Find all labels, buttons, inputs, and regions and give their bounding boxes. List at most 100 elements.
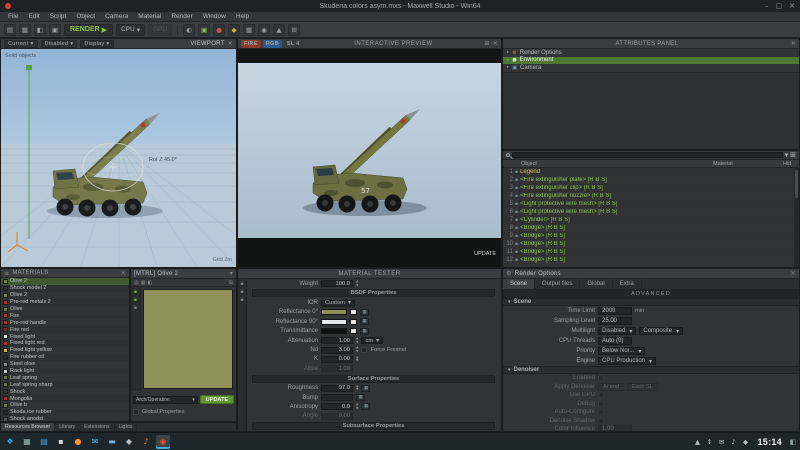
title-bar[interactable]: Skuderia colors asym.mxs - Maxwell Studi… [0, 0, 800, 12]
toolbar-icon[interactable]: ▣ [198, 24, 210, 36]
toolbar-icon[interactable]: ▦ [243, 24, 255, 36]
material-row[interactable]: Pre-red metals 2 [1, 299, 129, 306]
tree-item[interactable]: ▸ ▣ Camera [503, 64, 799, 72]
render-options-tab[interactable]: Extra [613, 279, 642, 289]
taskbar-app-icon[interactable]: ❖ [3, 435, 17, 449]
material-row[interactable]: Mongolia [1, 395, 129, 402]
object-row[interactable]: 9 ▪ <Bridge> [R B S] [503, 232, 794, 240]
texture-button[interactable]: ▦ [360, 309, 369, 316]
update-button[interactable]: UPDATE [200, 395, 234, 404]
anisotropy-field[interactable]: 0.0 [321, 403, 353, 410]
expand-arrow-icon[interactable]: ▸ [507, 58, 509, 63]
tree-item[interactable]: ▸ ⚙ Render Options [503, 49, 799, 57]
material-row[interactable]: Olive [1, 306, 129, 313]
menu-item[interactable]: File [3, 12, 23, 22]
object-search-input[interactable] [512, 152, 783, 158]
debug-checkbox[interactable] [598, 401, 604, 407]
taskbar-app-icon[interactable]: ▬ [105, 435, 119, 449]
gpu-selector[interactable]: GPU [148, 24, 172, 36]
close-icon[interactable]: ✕ [228, 40, 233, 47]
menu-item[interactable]: Material [133, 12, 166, 22]
material-preview-swatch[interactable] [143, 289, 233, 389]
expand-arrow-icon[interactable]: ▸ [507, 50, 509, 55]
toolbar-icon[interactable]: ▣ [49, 24, 61, 36]
stepper[interactable]: ▲▼ [356, 280, 358, 287]
cpu-threads-field[interactable]: Auto (0) [598, 337, 632, 345]
object-row[interactable]: 3 ▪ <Fire extinguisher clip> [R B S] [503, 184, 794, 192]
stepper[interactable]: ▲▼ [356, 356, 358, 363]
taskbar-app-icon[interactable]: ♪ [139, 435, 153, 449]
tray-icon[interactable]: ▲ [692, 436, 702, 448]
material-row[interactable]: Shock model 2 [1, 285, 129, 292]
denoise-shadow-checkbox[interactable] [598, 418, 604, 424]
auto-configure-checkbox[interactable] [598, 409, 604, 415]
detach-icon[interactable]: ⊞ [229, 280, 233, 286]
layers-icon[interactable]: ▤ [134, 280, 139, 286]
multilight-mode-dropdown[interactable]: Composite▾ [639, 327, 683, 335]
tray-icon[interactable]: ↕ [704, 436, 714, 448]
render-options-tab[interactable]: Global [580, 279, 612, 289]
nd-field[interactable]: 3.00 [321, 347, 353, 354]
surface-section-bar[interactable]: Surface Properties [252, 375, 495, 383]
bottom-tab[interactable]: Library [55, 423, 80, 431]
tree-item[interactable]: ▸ ● Environment [503, 57, 799, 65]
object-row[interactable]: 11 ▪ <Bridge> [R B S] [503, 248, 794, 256]
material-row[interactable]: Fixed light red [1, 340, 129, 347]
force-fresnel-checkbox[interactable] [361, 347, 367, 353]
material-row[interactable]: Fire rubber oil [1, 354, 129, 361]
close-icon[interactable]: ✕ [791, 270, 796, 277]
menu-item[interactable]: Camera [100, 12, 133, 22]
attenuation-unit-dropdown[interactable]: cm▾ [361, 337, 383, 344]
preview-icon[interactable]: ◧ [147, 280, 152, 286]
bottom-tab[interactable]: Extensions [80, 423, 114, 431]
global-properties-checkbox[interactable] [133, 409, 139, 415]
menu-item[interactable]: Render [166, 12, 197, 22]
operation-dropdown[interactable]: Arch/Operation ▾ [133, 396, 198, 404]
taskbar-app-icon[interactable]: ✉ [88, 435, 102, 449]
maximize-button[interactable]: ▢ [776, 2, 783, 10]
render-button[interactable]: RENDER ▶ [64, 24, 113, 36]
close-icon[interactable]: ✕ [493, 40, 498, 47]
chevron-down-icon[interactable]: ▾ [230, 270, 233, 277]
tray-icon[interactable]: ✉ [716, 436, 726, 448]
texture-icon[interactable]: ▦ [141, 280, 146, 286]
minimize-button[interactable]: – [765, 2, 769, 10]
object-row[interactable]: 6 ▪ <Light protective wire mesh> [R B S] [503, 208, 794, 216]
stepper[interactable]: ▲▼ [356, 346, 358, 353]
menu-item[interactable]: Window [198, 12, 231, 22]
texture-slot[interactable] [350, 328, 357, 334]
menu-item[interactable]: Edit [23, 12, 44, 22]
close-icon[interactable]: ✕ [791, 40, 796, 47]
advanced-bar[interactable]: ADVANCED [503, 290, 799, 298]
menu-item[interactable]: Script [45, 12, 72, 22]
toolbar-icon[interactable]: ⊞ [288, 24, 300, 36]
texture-slot[interactable] [350, 319, 357, 325]
viewport-dropdown[interactable]: Display▾ [80, 40, 113, 48]
denoiser-enabled-checkbox[interactable] [598, 375, 604, 381]
material-row[interactable]: Olive b [1, 402, 129, 409]
k-field[interactable]: 0.00 [321, 356, 353, 363]
status-chip[interactable]: RGB [263, 40, 282, 48]
bottom-tab[interactable]: Resources Browser [1, 423, 55, 431]
apply-at-end-button[interactable]: At end [598, 383, 624, 391]
object-row[interactable]: 5 ▪ <Light protective wire mesh> [R B S] [503, 200, 794, 208]
material-row[interactable]: Steel olive [1, 361, 129, 368]
denoiser-section-header[interactable]: ▾ Denoiser [503, 366, 799, 374]
status-chip[interactable]: FIRE [241, 40, 261, 48]
priority-dropdown[interactable]: Below Nor...▾ [598, 347, 645, 355]
attenuation-field[interactable]: 1.00 [321, 337, 353, 344]
toolbar-icon[interactable]: ● [213, 24, 225, 36]
texture-button[interactable]: ▦ [361, 403, 370, 410]
render-options-tab[interactable]: Scene [503, 279, 535, 289]
clock[interactable]: 15:14 [757, 437, 782, 447]
viewport-dropdown[interactable]: Disabled▾ [41, 40, 78, 48]
column-hid[interactable]: Hid [783, 161, 799, 167]
stepper[interactable]: ▲▼ [356, 337, 358, 344]
reflectance90-swatch[interactable] [321, 319, 347, 325]
menu-icon[interactable]: ≡ [4, 270, 9, 277]
texture-button[interactable]: ▦ [356, 394, 365, 401]
toolbar-icon[interactable]: ◧ [34, 24, 46, 36]
toolbar-icon[interactable]: ◉ [258, 24, 270, 36]
roughness-field[interactable]: 97.0 [321, 385, 353, 392]
expand-arrow-icon[interactable]: ▸ [507, 65, 509, 70]
